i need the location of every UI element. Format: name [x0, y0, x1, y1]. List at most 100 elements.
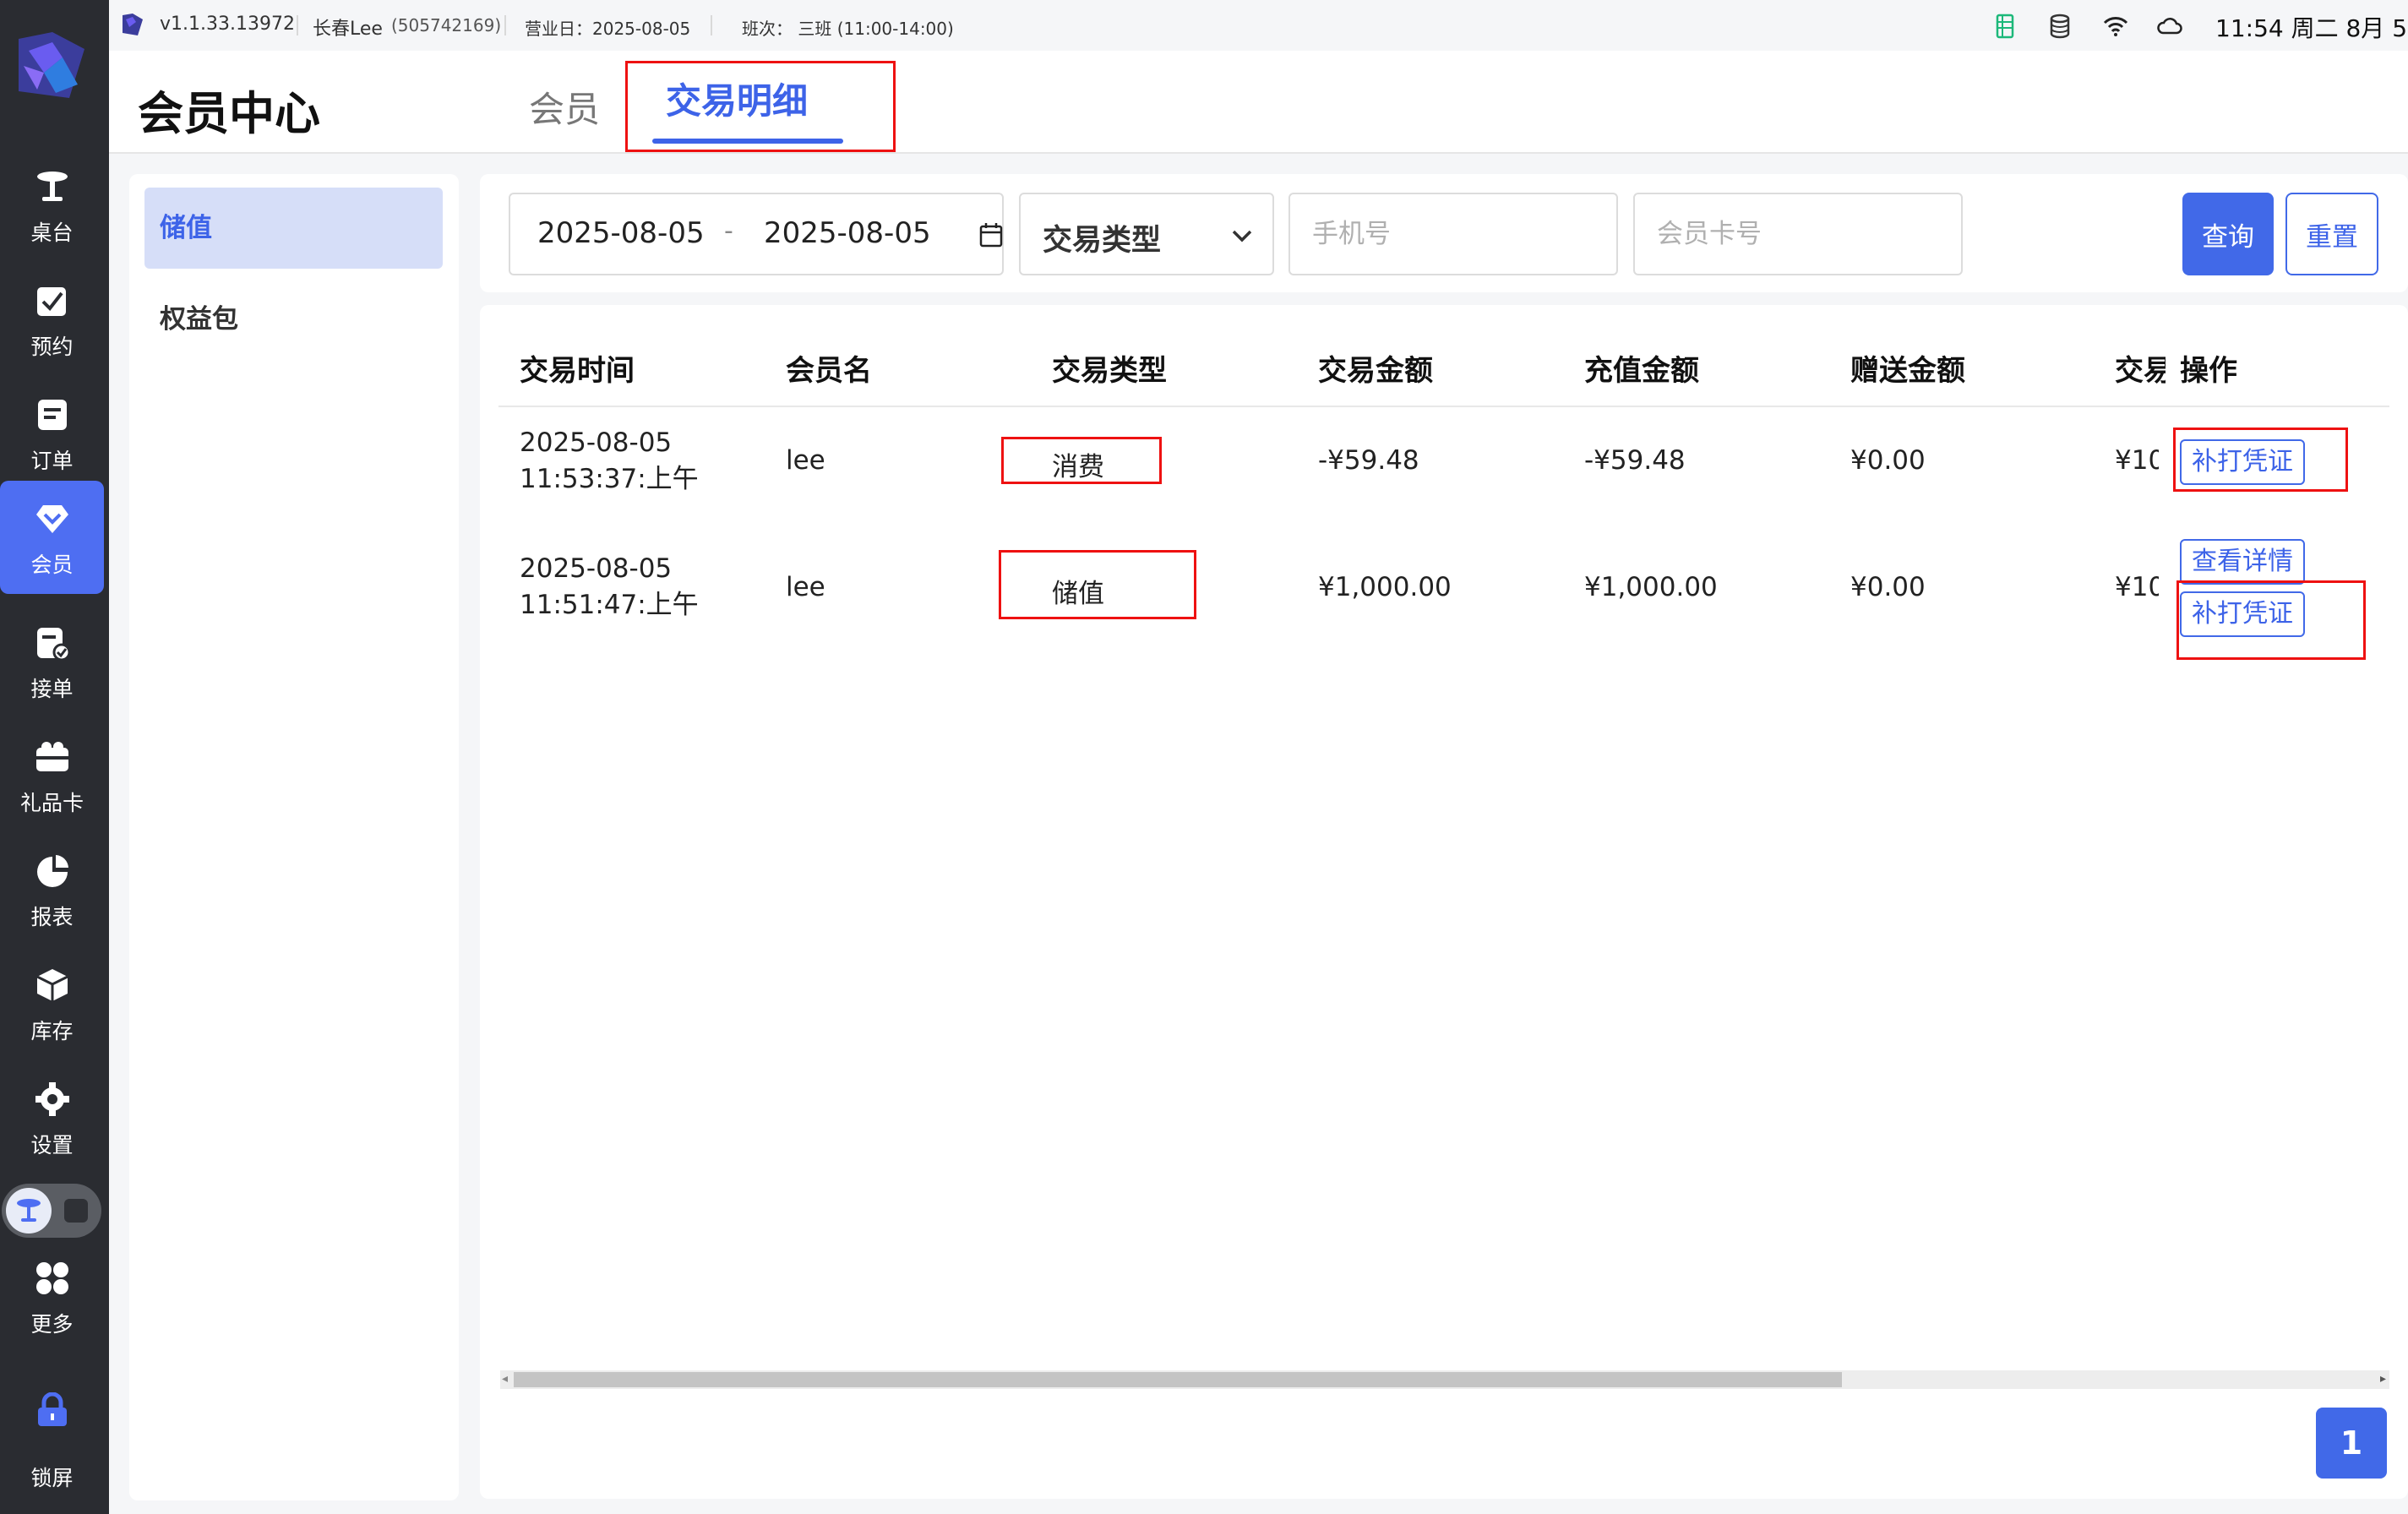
nav-item-inventory[interactable]: 库存: [0, 947, 104, 1060]
transaction-time: 2025-08-05 11:51:47:上午: [520, 551, 699, 624]
business-day: 营业日：2025-08-05: [525, 19, 691, 39]
recharge-amount: -¥59.48: [1584, 445, 1686, 476]
chevron-down-icon: [1232, 230, 1252, 242]
column-header: 操作: [2180, 354, 2237, 388]
reservation-icon: [37, 287, 66, 316]
header-divider: [498, 406, 2389, 407]
query-button[interactable]: 查询: [2182, 193, 2274, 275]
lock-icon: [38, 1392, 67, 1426]
nav-item-order[interactable]: 订单: [0, 377, 104, 490]
date-separator: -: [724, 216, 733, 246]
reset-button[interactable]: 重置: [2285, 193, 2378, 275]
app-mini-logo: [123, 14, 143, 35]
scroll-right-icon[interactable]: ▸: [2380, 1372, 2386, 1386]
more-icon: [36, 1262, 68, 1294]
balance-clip: ¥10: [2115, 444, 2159, 486]
member-icon: [36, 505, 68, 533]
mode-switch[interactable]: [2, 1184, 101, 1238]
annotation-box: [2176, 580, 2366, 660]
app-logo: [19, 32, 84, 98]
member-name: lee: [786, 572, 825, 602]
member-name: lee: [786, 445, 825, 476]
date-range-picker[interactable]: 2025-08-05 - 2025-08-05: [509, 193, 1004, 275]
transaction-time: 2025-08-05 11:53:37:上午: [520, 425, 699, 498]
scroll-left-icon[interactable]: ◂: [502, 1372, 508, 1386]
app-version: v1.1.33.13972: [160, 14, 295, 35]
transaction-date: 2025-08-05: [520, 428, 673, 458]
phone-field[interactable]: [1288, 193, 1618, 275]
nav-label: 礼品卡: [19, 791, 84, 815]
tab-member[interactable]: 会员: [529, 81, 600, 133]
horizontal-scrollbar[interactable]: ◂ ▸: [500, 1370, 2389, 1389]
subnav-item-benefit-pack[interactable]: 权益包: [144, 279, 443, 360]
nav-label: 订单: [30, 449, 74, 473]
nav-item-more[interactable]: 更多: [0, 1240, 104, 1353]
recharge-amount: ¥1,000.00: [1584, 572, 1718, 602]
sheet-icon: [1996, 14, 2014, 39]
view-details-button[interactable]: 查看详情: [2180, 539, 2305, 585]
nav-item-table[interactable]: 桌台: [0, 149, 104, 262]
column-header: 充值金额: [1584, 354, 1699, 388]
transaction-clock: 11:51:47:上午: [520, 590, 699, 620]
transaction-amount: ¥1,000.00: [1318, 572, 1452, 602]
nav-label: 桌台: [30, 221, 74, 245]
clock: 11:54 周二 8月 5日: [2215, 14, 2408, 42]
calendar-icon: [979, 223, 1003, 248]
cloud-icon: [2157, 18, 2182, 35]
pagination-page[interactable]: 1: [2316, 1408, 2387, 1479]
balance-amount: ¥10: [2115, 445, 2159, 476]
nav-item-report[interactable]: 报表: [0, 833, 104, 946]
select-value: 交易类型: [1043, 224, 1162, 258]
database-icon: [2050, 14, 2070, 39]
annotation-box: [1001, 437, 1162, 484]
transaction-table: 交易时间 会员名 交易类型 交易金额 充值金额 赠送金额 交易 操作 2025-…: [480, 305, 2408, 1499]
divider: [504, 15, 506, 35]
date-end: 2025-08-05: [764, 216, 931, 250]
column-header: 交易类型: [1052, 354, 1167, 388]
transaction-clock: 11:53:37:上午: [520, 464, 699, 494]
wifi-icon: [2103, 17, 2128, 36]
nav-label: 预约: [30, 335, 74, 359]
sub-sidebar: 储值 权益包: [129, 174, 459, 1500]
gift-amount: ¥0.00: [1850, 445, 1926, 476]
divider: [711, 15, 712, 35]
page-title: 会员中心: [138, 87, 320, 140]
card-number-field[interactable]: [1633, 193, 1963, 275]
balance-amount: ¥10: [2115, 572, 2159, 602]
nav-item-reservation[interactable]: 预约: [0, 263, 104, 376]
gift-amount: ¥0.00: [1850, 572, 1926, 602]
column-header: 交易金额: [1318, 354, 1433, 388]
scrollbar-thumb[interactable]: [514, 1372, 1842, 1387]
page-header: 会员中心 会员 交易明细: [109, 51, 2408, 154]
table-mode-icon: [17, 1199, 41, 1222]
column-header-clip: 交易: [2115, 347, 2166, 389]
annotation-box: [625, 61, 896, 152]
nav-item-member[interactable]: 会员: [0, 481, 104, 594]
column-header: 交易时间: [520, 354, 635, 388]
gift-card-icon: [36, 742, 68, 771]
annotation-box: [999, 550, 1196, 619]
switch-knob: [6, 1188, 52, 1234]
order-icon: [38, 400, 67, 430]
user-name: 长春Lee: [313, 19, 383, 40]
nav-item-lock[interactable]: 锁屏: [0, 1377, 104, 1490]
accept-order-icon: [37, 628, 70, 661]
subnav-item-stored-value[interactable]: 储值: [144, 188, 443, 269]
settings-icon: [35, 1082, 69, 1116]
nav-label: 锁屏: [30, 1466, 74, 1490]
annotation-box: [2173, 428, 2348, 492]
nav-item-settings[interactable]: 设置: [0, 1061, 104, 1174]
phone-input[interactable]: [1290, 194, 1616, 274]
report-icon: [37, 855, 68, 887]
nav-item-gift-card[interactable]: 礼品卡: [0, 719, 104, 832]
nav-label: 接单: [30, 677, 74, 701]
nav-label: 报表: [30, 905, 74, 929]
transaction-type-select[interactable]: 交易类型: [1019, 193, 1274, 275]
nav-item-accept-order[interactable]: 接单: [0, 605, 104, 718]
table-icon: [37, 172, 68, 201]
date-start: 2025-08-05: [537, 216, 705, 250]
transaction-amount: -¥59.48: [1318, 445, 1419, 476]
card-number-input[interactable]: [1635, 194, 1961, 274]
status-bar: v1.1.33.13972 长春Lee (505742169) 营业日：2025…: [109, 0, 2408, 51]
inventory-icon: [36, 969, 68, 1001]
